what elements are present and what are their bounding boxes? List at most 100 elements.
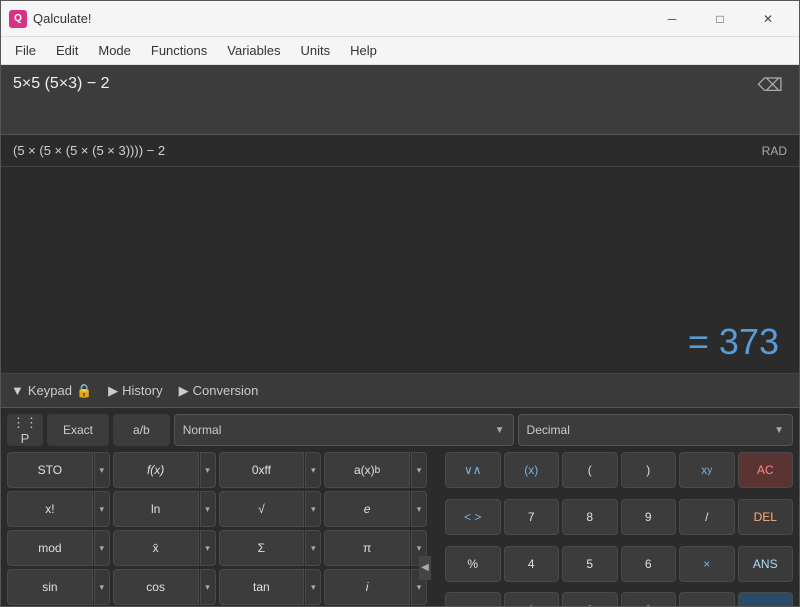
axb-button[interactable]: a(x)b <box>324 452 410 488</box>
p-button[interactable]: ⋮⋮ P <box>7 414 43 446</box>
normal-dropdown[interactable]: Normal ▼ <box>174 414 514 446</box>
paren-x-btn[interactable]: (x) <box>504 452 560 488</box>
sigma-group: Σ ▾ <box>219 530 322 566</box>
input-area[interactable]: 5×5 (5×3) − 2 ⌫ <box>1 65 799 135</box>
i-group: i ▾ <box>324 569 427 605</box>
seven-btn[interactable]: 7 <box>504 499 560 535</box>
six-btn[interactable]: 6 <box>621 546 677 582</box>
ac-btn[interactable]: AC <box>738 452 794 488</box>
ln-arrow[interactable]: ▾ <box>200 491 216 527</box>
xfact-button[interactable]: x! <box>7 491 93 527</box>
menu-variables[interactable]: Variables <box>217 39 290 62</box>
top-controls: ⋮⋮ P Exact a/b Normal ▼ Decimal ▼ <box>7 414 793 446</box>
ln-group: ln ▾ <box>113 491 216 527</box>
mod-group: mod ▾ <box>7 530 110 566</box>
sin-arrow[interactable]: ▾ <box>94 569 110 605</box>
rparen-btn[interactable]: ) <box>621 452 677 488</box>
lparen-btn[interactable]: ( <box>562 452 618 488</box>
mode-badge: RAD <box>762 144 787 158</box>
history-toggle[interactable]: ▶ History <box>108 383 162 399</box>
equals-btn[interactable]: = <box>738 592 794 606</box>
del-btn[interactable]: DEL <box>738 499 794 535</box>
pi-button[interactable]: π <box>324 530 410 566</box>
xbar-button[interactable]: x̄ <box>113 530 199 566</box>
menu-file[interactable]: File <box>5 39 46 62</box>
result-value: = 373 <box>688 321 779 363</box>
app-title: Qalculate! <box>33 11 649 26</box>
cos-button[interactable]: cos <box>113 569 199 605</box>
tan-arrow[interactable]: ▾ <box>305 569 321 605</box>
nine-btn[interactable]: 9 <box>621 499 677 535</box>
history-label: History <box>122 383 162 398</box>
right-panel: ◀ ∨∧ (x) ( ) xy AC < > 7 8 9 / DEL % 4 5… <box>431 452 793 606</box>
sigma-button[interactable]: Σ <box>219 530 305 566</box>
four-btn[interactable]: 4 <box>504 546 560 582</box>
e-button[interactable]: e <box>324 491 410 527</box>
decimal-dropdown-arrow: ▼ <box>774 425 784 436</box>
window-controls: ─ □ ✕ <box>649 5 791 33</box>
compare-btn[interactable]: < > <box>445 499 501 535</box>
e-arrow[interactable]: ▾ <box>411 491 427 527</box>
xbar-group: x̄ ▾ <box>113 530 216 566</box>
i-button[interactable]: i <box>324 569 410 605</box>
expand-left-button[interactable]: ◀ <box>419 556 431 580</box>
mod-arrow[interactable]: ▾ <box>94 530 110 566</box>
main-window: Q Qalculate! ─ □ ✕ File Edit Mode Functi… <box>0 0 800 607</box>
axb-arrow[interactable]: ▾ <box>411 452 427 488</box>
menu-functions[interactable]: Functions <box>141 39 217 62</box>
backspace-button[interactable]: ⌫ <box>754 75 787 96</box>
sto-arrow[interactable]: ▾ <box>94 452 110 488</box>
mod-button[interactable]: mod <box>7 530 93 566</box>
fx-arrow[interactable]: ▾ <box>200 452 216 488</box>
expression-display: (5 × (5 × (5 × (5 × 3)))) − 2 <box>13 143 165 158</box>
axb-group: a(x)b ▾ <box>324 452 427 488</box>
cos-arrow[interactable]: ▾ <box>200 569 216 605</box>
five-btn[interactable]: 5 <box>562 546 618 582</box>
fx-button[interactable]: f(x) <box>113 452 199 488</box>
three-btn[interactable]: 3 <box>621 592 677 606</box>
close-button[interactable]: ✕ <box>745 5 791 33</box>
conversion-toggle[interactable]: ▶ Conversion <box>179 383 259 399</box>
keypad-toggle[interactable]: ▼ Keypad 🔒 <box>11 383 92 399</box>
keypad-body: ⋮⋮ P Exact a/b Normal ▼ Decimal ▼ <box>1 408 799 606</box>
app-icon: Q <box>9 10 27 28</box>
xbar-arrow[interactable]: ▾ <box>200 530 216 566</box>
sqrt-arrow[interactable]: ▾ <box>305 491 321 527</box>
sin-group: sin ▾ <box>7 569 110 605</box>
one-btn[interactable]: 1 <box>504 592 560 606</box>
menu-edit[interactable]: Edit <box>46 39 88 62</box>
input-expression: 5×5 (5×3) − 2 <box>13 75 754 93</box>
ans-btn[interactable]: ANS <box>738 546 794 582</box>
eight-btn[interactable]: 8 <box>562 499 618 535</box>
minimize-button[interactable]: ─ <box>649 5 695 33</box>
ab-button[interactable]: a/b <box>113 414 170 446</box>
title-bar: Q Qalculate! ─ □ ✕ <box>1 1 799 37</box>
hex-button[interactable]: 0xff <box>219 452 305 488</box>
percent-btn[interactable]: % <box>445 546 501 582</box>
exact-button[interactable]: Exact <box>47 414 109 446</box>
multiply-btn[interactable]: × <box>679 546 735 582</box>
logic-btn[interactable]: ∨∧ <box>445 452 501 488</box>
sin-button[interactable]: sin <box>7 569 93 605</box>
menu-units[interactable]: Units <box>291 39 341 62</box>
sto-button[interactable]: STO <box>7 452 93 488</box>
minus-btn[interactable]: − <box>679 592 735 606</box>
fx-group: f(x) ▾ <box>113 452 216 488</box>
tan-button[interactable]: tan <box>219 569 305 605</box>
ln-button[interactable]: ln <box>113 491 199 527</box>
sqrt-button[interactable]: √ <box>219 491 305 527</box>
menu-mode[interactable]: Mode <box>88 39 141 62</box>
normal-dropdown-arrow: ▼ <box>495 425 505 436</box>
hex-arrow[interactable]: ▾ <box>305 452 321 488</box>
sigma-arrow[interactable]: ▾ <box>305 530 321 566</box>
menu-help[interactable]: Help <box>340 39 387 62</box>
xfact-arrow[interactable]: ▾ <box>94 491 110 527</box>
divide-btn[interactable]: / <box>679 499 735 535</box>
power-btn[interactable]: xy <box>679 452 735 488</box>
hex-group: 0xff ▾ <box>219 452 322 488</box>
maximize-button[interactable]: □ <box>697 5 743 33</box>
two-btn[interactable]: 2 <box>562 592 618 606</box>
plusminus-btn[interactable]: ± <box>445 592 501 606</box>
menu-bar: File Edit Mode Functions Variables Units… <box>1 37 799 65</box>
decimal-dropdown[interactable]: Decimal ▼ <box>518 414 793 446</box>
